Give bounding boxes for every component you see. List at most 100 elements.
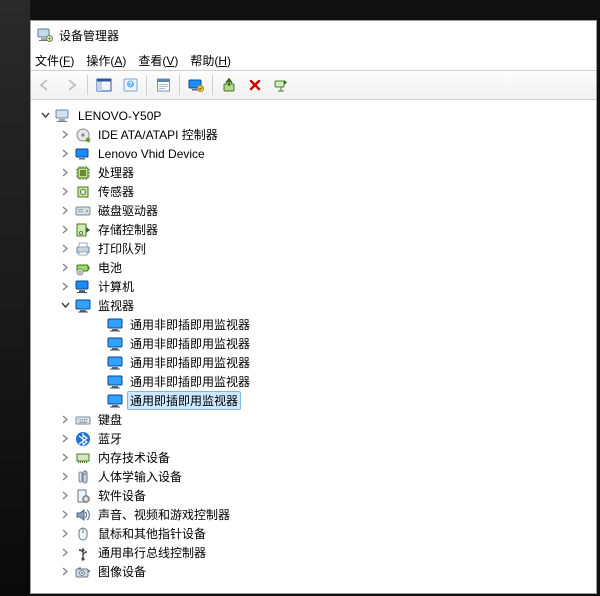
category-label: 声音、视频和游戏控制器 <box>95 505 233 524</box>
computer-icon <box>75 279 91 295</box>
monitor-icon <box>107 393 123 409</box>
chevron-right-icon[interactable] <box>59 433 71 445</box>
cat-storage-controller[interactable]: 存储控制器 <box>35 220 592 239</box>
chevron-right-icon[interactable] <box>59 205 71 217</box>
cat-sound-video-game[interactable]: 声音、视频和游戏控制器 <box>35 505 592 524</box>
chevron-right-icon[interactable] <box>59 547 71 559</box>
category-label: 磁盘驱动器 <box>95 201 161 220</box>
cat-hid[interactable]: 人体学输入设备 <box>35 467 592 486</box>
chevron-right-icon[interactable] <box>59 490 71 502</box>
cat-processor[interactable]: 处理器 <box>35 163 592 182</box>
mouse-icon <box>75 526 91 542</box>
titlebar: 设备管理器 <box>31 21 596 49</box>
toolbar-separator <box>87 75 88 95</box>
chevron-down-icon[interactable] <box>59 300 71 312</box>
category-label: 监视器 <box>95 296 137 315</box>
disable-button[interactable] <box>269 73 293 97</box>
chevron-right-icon[interactable] <box>59 167 71 179</box>
cpu-icon <box>75 165 91 181</box>
monitor-item[interactable]: 通用非即插即用监视器 <box>35 372 592 391</box>
console-tree-button[interactable] <box>92 73 116 97</box>
monitor-item-label: 通用非即插即用监视器 <box>127 334 253 353</box>
category-label: Lenovo Vhid Device <box>95 146 208 162</box>
chevron-right-icon[interactable] <box>59 528 71 540</box>
cat-mouse-pointer[interactable]: 鼠标和其他指针设备 <box>35 524 592 543</box>
monitor-icon <box>107 317 123 333</box>
sound-icon <box>75 507 91 523</box>
chevron-right-icon[interactable] <box>59 148 71 160</box>
monitor-item[interactable]: 通用非即插即用监视器 <box>35 353 592 372</box>
cat-computer[interactable]: 计算机 <box>35 277 592 296</box>
cat-lenovo-vhid[interactable]: Lenovo Vhid Device <box>35 144 592 163</box>
cat-keyboard[interactable]: 键盘 <box>35 410 592 429</box>
category-label: IDE ATA/ATAPI 控制器 <box>95 125 221 144</box>
cat-imaging-device[interactable]: 图像设备 <box>35 562 592 581</box>
properties-button[interactable] <box>151 73 175 97</box>
update-driver-button[interactable] <box>217 73 241 97</box>
memory-icon <box>75 450 91 466</box>
cat-ide-ata-atapi[interactable]: IDE ATA/ATAPI 控制器 <box>35 125 592 144</box>
monitor-icon <box>107 374 123 390</box>
category-label: 鼠标和其他指针设备 <box>95 524 209 543</box>
chevron-down-icon[interactable] <box>39 110 51 122</box>
battery-icon <box>75 260 91 276</box>
vhid-icon <box>75 146 91 162</box>
keyboard-icon <box>75 412 91 428</box>
menu-file[interactable]: 文件(F) <box>35 52 74 69</box>
menu-help[interactable]: 帮助(H) <box>190 52 231 69</box>
chevron-right-icon[interactable] <box>59 262 71 274</box>
disk-icon <box>75 203 91 219</box>
chevron-right-icon[interactable] <box>59 452 71 464</box>
menu-action[interactable]: 操作(A) <box>86 52 126 69</box>
toolbar-separator <box>212 75 213 95</box>
menubar: 文件(F) 操作(A) 查看(V) 帮助(H) <box>31 49 596 70</box>
device-tree[interactable]: LENOVO-Y50P IDE ATA/ATAPI 控制器 Lenovo Vhid… <box>31 100 596 594</box>
category-label: 打印队列 <box>95 239 149 258</box>
back-button[interactable] <box>33 73 57 97</box>
tree-root-label: LENOVO-Y50P <box>75 108 164 124</box>
device-manager-window: 设备管理器 文件(F) 操作(A) 查看(V) 帮助(H) ? <box>30 20 597 594</box>
cat-disk-drive[interactable]: 磁盘驱动器 <box>35 201 592 220</box>
cat-monitor[interactable]: 监视器 <box>35 296 592 315</box>
category-label: 处理器 <box>95 163 137 182</box>
chevron-right-icon[interactable] <box>59 186 71 198</box>
category-label: 通用串行总线控制器 <box>95 543 209 562</box>
cat-bluetooth[interactable]: 蓝牙 <box>35 429 592 448</box>
monitor-item[interactable]: 通用非即插即用监视器 <box>35 334 592 353</box>
sensor-icon <box>75 184 91 200</box>
cat-usb-controller[interactable]: 通用串行总线控制器 <box>35 543 592 562</box>
category-label: 计算机 <box>95 277 137 296</box>
cat-sensor[interactable]: 传感器 <box>35 182 592 201</box>
chevron-right-icon[interactable] <box>59 129 71 141</box>
chevron-right-icon[interactable] <box>59 414 71 426</box>
cat-memory-tech[interactable]: 内存技术设备 <box>35 448 592 467</box>
category-label: 软件设备 <box>95 486 149 505</box>
menu-view[interactable]: 查看(V) <box>138 52 178 69</box>
tree-root[interactable]: LENOVO-Y50P <box>35 106 592 125</box>
cat-software-device[interactable]: 软件设备 <box>35 486 592 505</box>
cat-print-queue[interactable]: 打印队列 <box>35 239 592 258</box>
window-title: 设备管理器 <box>59 27 119 44</box>
help-button[interactable]: ? <box>118 73 142 97</box>
cat-battery[interactable]: 电池 <box>35 258 592 277</box>
chevron-right-icon[interactable] <box>59 281 71 293</box>
chevron-right-icon[interactable] <box>59 509 71 521</box>
chevron-right-icon[interactable] <box>59 224 71 236</box>
bt-icon <box>75 431 91 447</box>
category-label: 电池 <box>95 258 125 277</box>
uninstall-button[interactable] <box>243 73 267 97</box>
monitor-item[interactable]: 通用非即插即用监视器 <box>35 315 592 334</box>
monitor-item-label: 通用非即插即用监视器 <box>127 372 253 391</box>
category-label: 图像设备 <box>95 562 149 581</box>
category-label: 传感器 <box>95 182 137 201</box>
forward-button[interactable] <box>59 73 83 97</box>
app-icon <box>37 27 53 43</box>
print-icon <box>75 241 91 257</box>
monitor-icon <box>107 355 123 371</box>
chevron-right-icon[interactable] <box>59 471 71 483</box>
chevron-right-icon[interactable] <box>59 566 71 578</box>
monitor-item[interactable]: 通用即插即用监视器 <box>35 391 592 410</box>
svg-text:?: ? <box>128 82 132 88</box>
chevron-right-icon[interactable] <box>59 243 71 255</box>
refresh-button[interactable] <box>184 73 208 97</box>
